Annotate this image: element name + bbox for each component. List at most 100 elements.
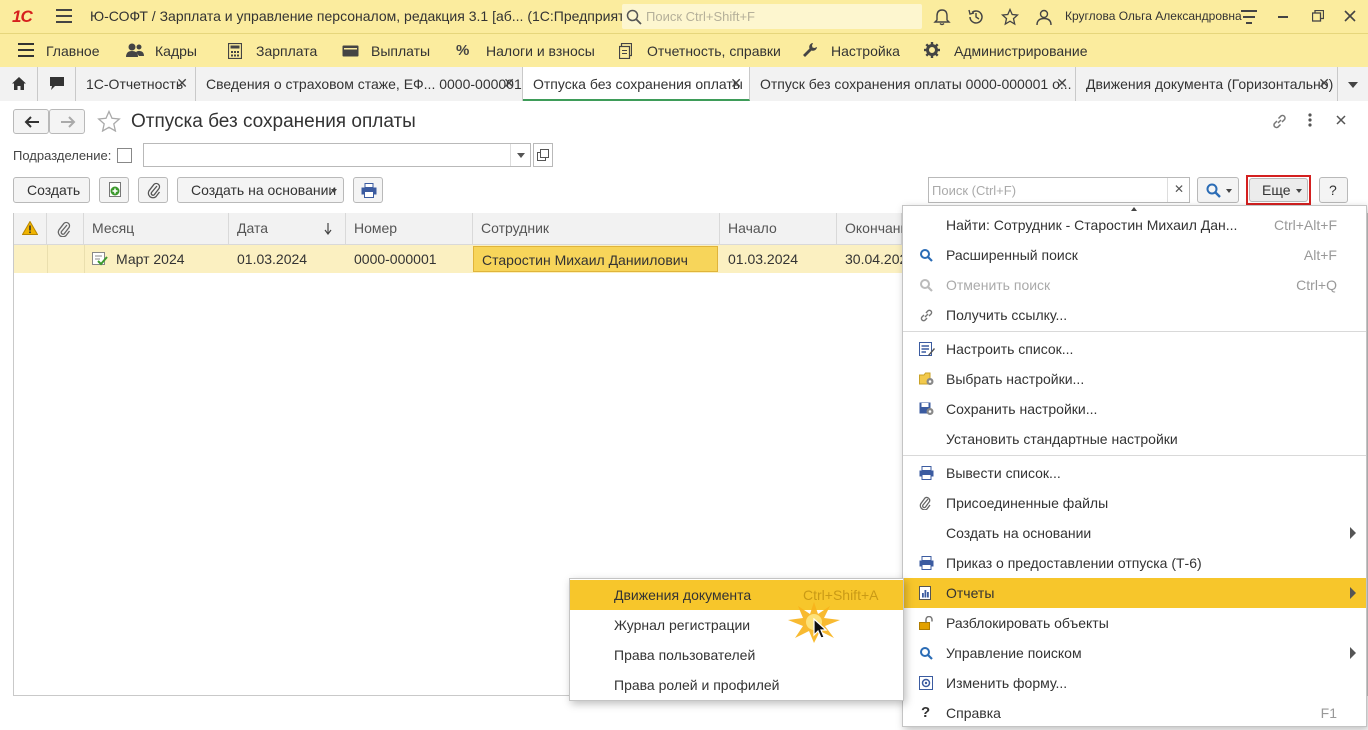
- column-header-attachments[interactable]: [47, 213, 84, 245]
- user-icon[interactable]: [1035, 8, 1053, 26]
- submenu-item-role-rights[interactable]: Права ролей и профилей: [570, 670, 903, 700]
- settings-menu-icon[interactable]: [1241, 10, 1257, 24]
- mouse-cursor-icon: [813, 618, 828, 639]
- personnel-icon: [126, 42, 144, 58]
- menu-item-output-list[interactable]: Вывести список...: [903, 458, 1366, 488]
- print-button[interactable]: [353, 177, 383, 203]
- column-header-end[interactable]: Окончани: [837, 213, 908, 245]
- menu-taxes[interactable]: Налоги и взносы: [486, 43, 595, 59]
- link-icon: [920, 309, 933, 322]
- dropdown-arrow-icon: [1226, 189, 1232, 193]
- tab-1c-reporting[interactable]: 1С-Отчетность ✕: [76, 67, 196, 101]
- menu-payments[interactable]: Выплаты: [371, 43, 430, 59]
- column-header-warning[interactable]: [14, 213, 47, 245]
- tabs-list-button[interactable]: [1338, 67, 1368, 101]
- close-tab-icon[interactable]: ✕: [176, 75, 188, 92]
- menu-item-create-based-on[interactable]: Создать на основании: [903, 518, 1366, 548]
- clear-search-icon[interactable]: ✕: [1174, 182, 1184, 196]
- main-menu-icon[interactable]: [56, 9, 72, 23]
- menu-item-help[interactable]: ? Справка F1: [903, 698, 1366, 728]
- column-header-month[interactable]: Месяц: [84, 213, 229, 245]
- create-button[interactable]: Создать: [13, 177, 90, 203]
- menu-reporting[interactable]: Отчетность, справки: [647, 43, 781, 59]
- dropdown-arrow-icon[interactable]: [517, 153, 525, 158]
- close-form-icon[interactable]: [1336, 115, 1346, 125]
- close-window-icon[interactable]: [1344, 10, 1356, 22]
- column-header-start[interactable]: Начало: [720, 213, 837, 245]
- submenu-item-user-rights[interactable]: Права пользователей: [570, 640, 903, 670]
- all-functions-icon[interactable]: [18, 43, 34, 57]
- menu-settings[interactable]: Настройка: [831, 43, 900, 59]
- more-vertical-icon[interactable]: [1308, 113, 1312, 127]
- more-button[interactable]: Еще: [1249, 178, 1308, 202]
- close-tab-icon[interactable]: ✕: [1318, 75, 1330, 92]
- menu-item-save-settings[interactable]: Сохранить настройки...: [903, 394, 1366, 424]
- forward-button[interactable]: [49, 109, 85, 134]
- menu-item-find-employee[interactable]: Найти: Сотрудник - Старостин Михаил Дан.…: [903, 210, 1366, 240]
- menu-item-get-link[interactable]: Получить ссылку...: [903, 300, 1366, 330]
- history-icon[interactable]: [967, 8, 985, 26]
- close-tab-icon[interactable]: ✕: [1056, 75, 1068, 92]
- arrow-left-icon: [24, 116, 39, 128]
- menu-item-default-settings[interactable]: Установить стандартные настройки: [903, 424, 1366, 454]
- subdivision-checkbox[interactable]: [117, 148, 132, 163]
- open-subdivision-button[interactable]: [533, 143, 553, 167]
- copy-button[interactable]: [99, 177, 129, 203]
- search-icon: [920, 647, 933, 660]
- close-tab-icon[interactable]: ✕: [730, 75, 742, 92]
- global-search-placeholder: Поиск Ctrl+Shift+F: [646, 9, 755, 24]
- submenu-item-document-movements[interactable]: Движения документа Ctrl+Shift+A: [570, 580, 903, 610]
- column-header-label: Окончани: [845, 220, 909, 236]
- minimize-icon[interactable]: [1278, 16, 1290, 19]
- menu-item-leave-order-t6[interactable]: Приказ о предоставлении отпуска (Т-6): [903, 548, 1366, 578]
- back-button[interactable]: [13, 109, 49, 134]
- wrench-icon: [802, 42, 818, 58]
- help-button[interactable]: ?: [1319, 177, 1348, 203]
- field-divider: [510, 144, 511, 166]
- submenu-arrow-icon: [1350, 647, 1356, 659]
- window-title: Ю-СОФТ / Зарплата и управление персонало…: [90, 8, 645, 24]
- menu-item-change-form[interactable]: Изменить форму...: [903, 668, 1366, 698]
- menu-personnel[interactable]: Кадры: [155, 43, 197, 59]
- menu-item-attached-files[interactable]: Присоединенные файлы: [903, 488, 1366, 518]
- cell-month: Март 2024: [116, 251, 185, 267]
- menu-salary[interactable]: Зарплата: [256, 43, 317, 59]
- menu-item-configure-list[interactable]: Настроить список...: [903, 334, 1366, 364]
- tab-document-movements[interactable]: Движения документа (Горизонтально) ✕: [1076, 67, 1338, 101]
- tab-insurance-record[interactable]: Сведения о страховом стаже, ЕФ... 0000-0…: [196, 67, 523, 101]
- global-search-input[interactable]: Поиск Ctrl+Shift+F: [622, 4, 922, 29]
- restore-icon[interactable]: [1312, 10, 1324, 22]
- column-header-date[interactable]: Дата: [229, 213, 346, 245]
- menu-item-search-management[interactable]: Управление поиском: [903, 638, 1366, 668]
- menu-item-advanced-search[interactable]: Расширенный поиск Alt+F: [903, 240, 1366, 270]
- favorite-star-icon[interactable]: [97, 110, 121, 132]
- column-header-number[interactable]: Номер: [346, 213, 473, 245]
- menu-administration[interactable]: Администрирование: [954, 43, 1088, 59]
- tab-label: Отпуска без сохранения оплаты: [533, 76, 743, 92]
- cell-employee[interactable]: Старостин Михаил Даниилович: [473, 246, 718, 272]
- link-icon[interactable]: [1271, 113, 1288, 130]
- favorites-star-icon[interactable]: [1001, 8, 1019, 26]
- close-tab-icon[interactable]: ✕: [503, 75, 515, 92]
- menu-item-unlock-objects[interactable]: Разблокировать объекты: [903, 608, 1366, 638]
- create-based-on-button[interactable]: Создать на основании: [177, 177, 344, 203]
- tab-discussions[interactable]: [38, 67, 76, 101]
- bell-icon[interactable]: [933, 8, 951, 26]
- unlock-icon: [919, 616, 933, 630]
- tab-home[interactable]: [0, 67, 38, 101]
- user-name[interactable]: Круглова Ольга Александровна: [1065, 9, 1242, 23]
- menu-item-cancel-search[interactable]: Отменить поиск Ctrl+Q: [903, 270, 1366, 300]
- submenu-item-event-log[interactable]: Журнал регистрации: [570, 610, 903, 640]
- subdivision-field[interactable]: [143, 143, 531, 167]
- column-header-employee[interactable]: Сотрудник: [473, 213, 720, 245]
- menu-main[interactable]: Главное: [46, 43, 100, 59]
- reports-submenu: Движения документа Ctrl+Shift+A Журнал р…: [569, 578, 904, 701]
- list-search-input[interactable]: Поиск (Ctrl+F) ✕: [928, 177, 1190, 203]
- menu-item-select-settings[interactable]: Выбрать настройки...: [903, 364, 1366, 394]
- tab-unpaid-leaves-list[interactable]: Отпуска без сохранения оплаты ✕: [523, 67, 750, 101]
- menu-item-reports[interactable]: Отчеты: [903, 578, 1366, 608]
- tab-unpaid-leave-document[interactable]: Отпуск без сохранения оплаты 0000-000001…: [750, 67, 1076, 101]
- sort-descending-icon: [324, 223, 332, 235]
- attach-files-button[interactable]: [138, 177, 168, 203]
- search-options-button[interactable]: [1197, 177, 1239, 203]
